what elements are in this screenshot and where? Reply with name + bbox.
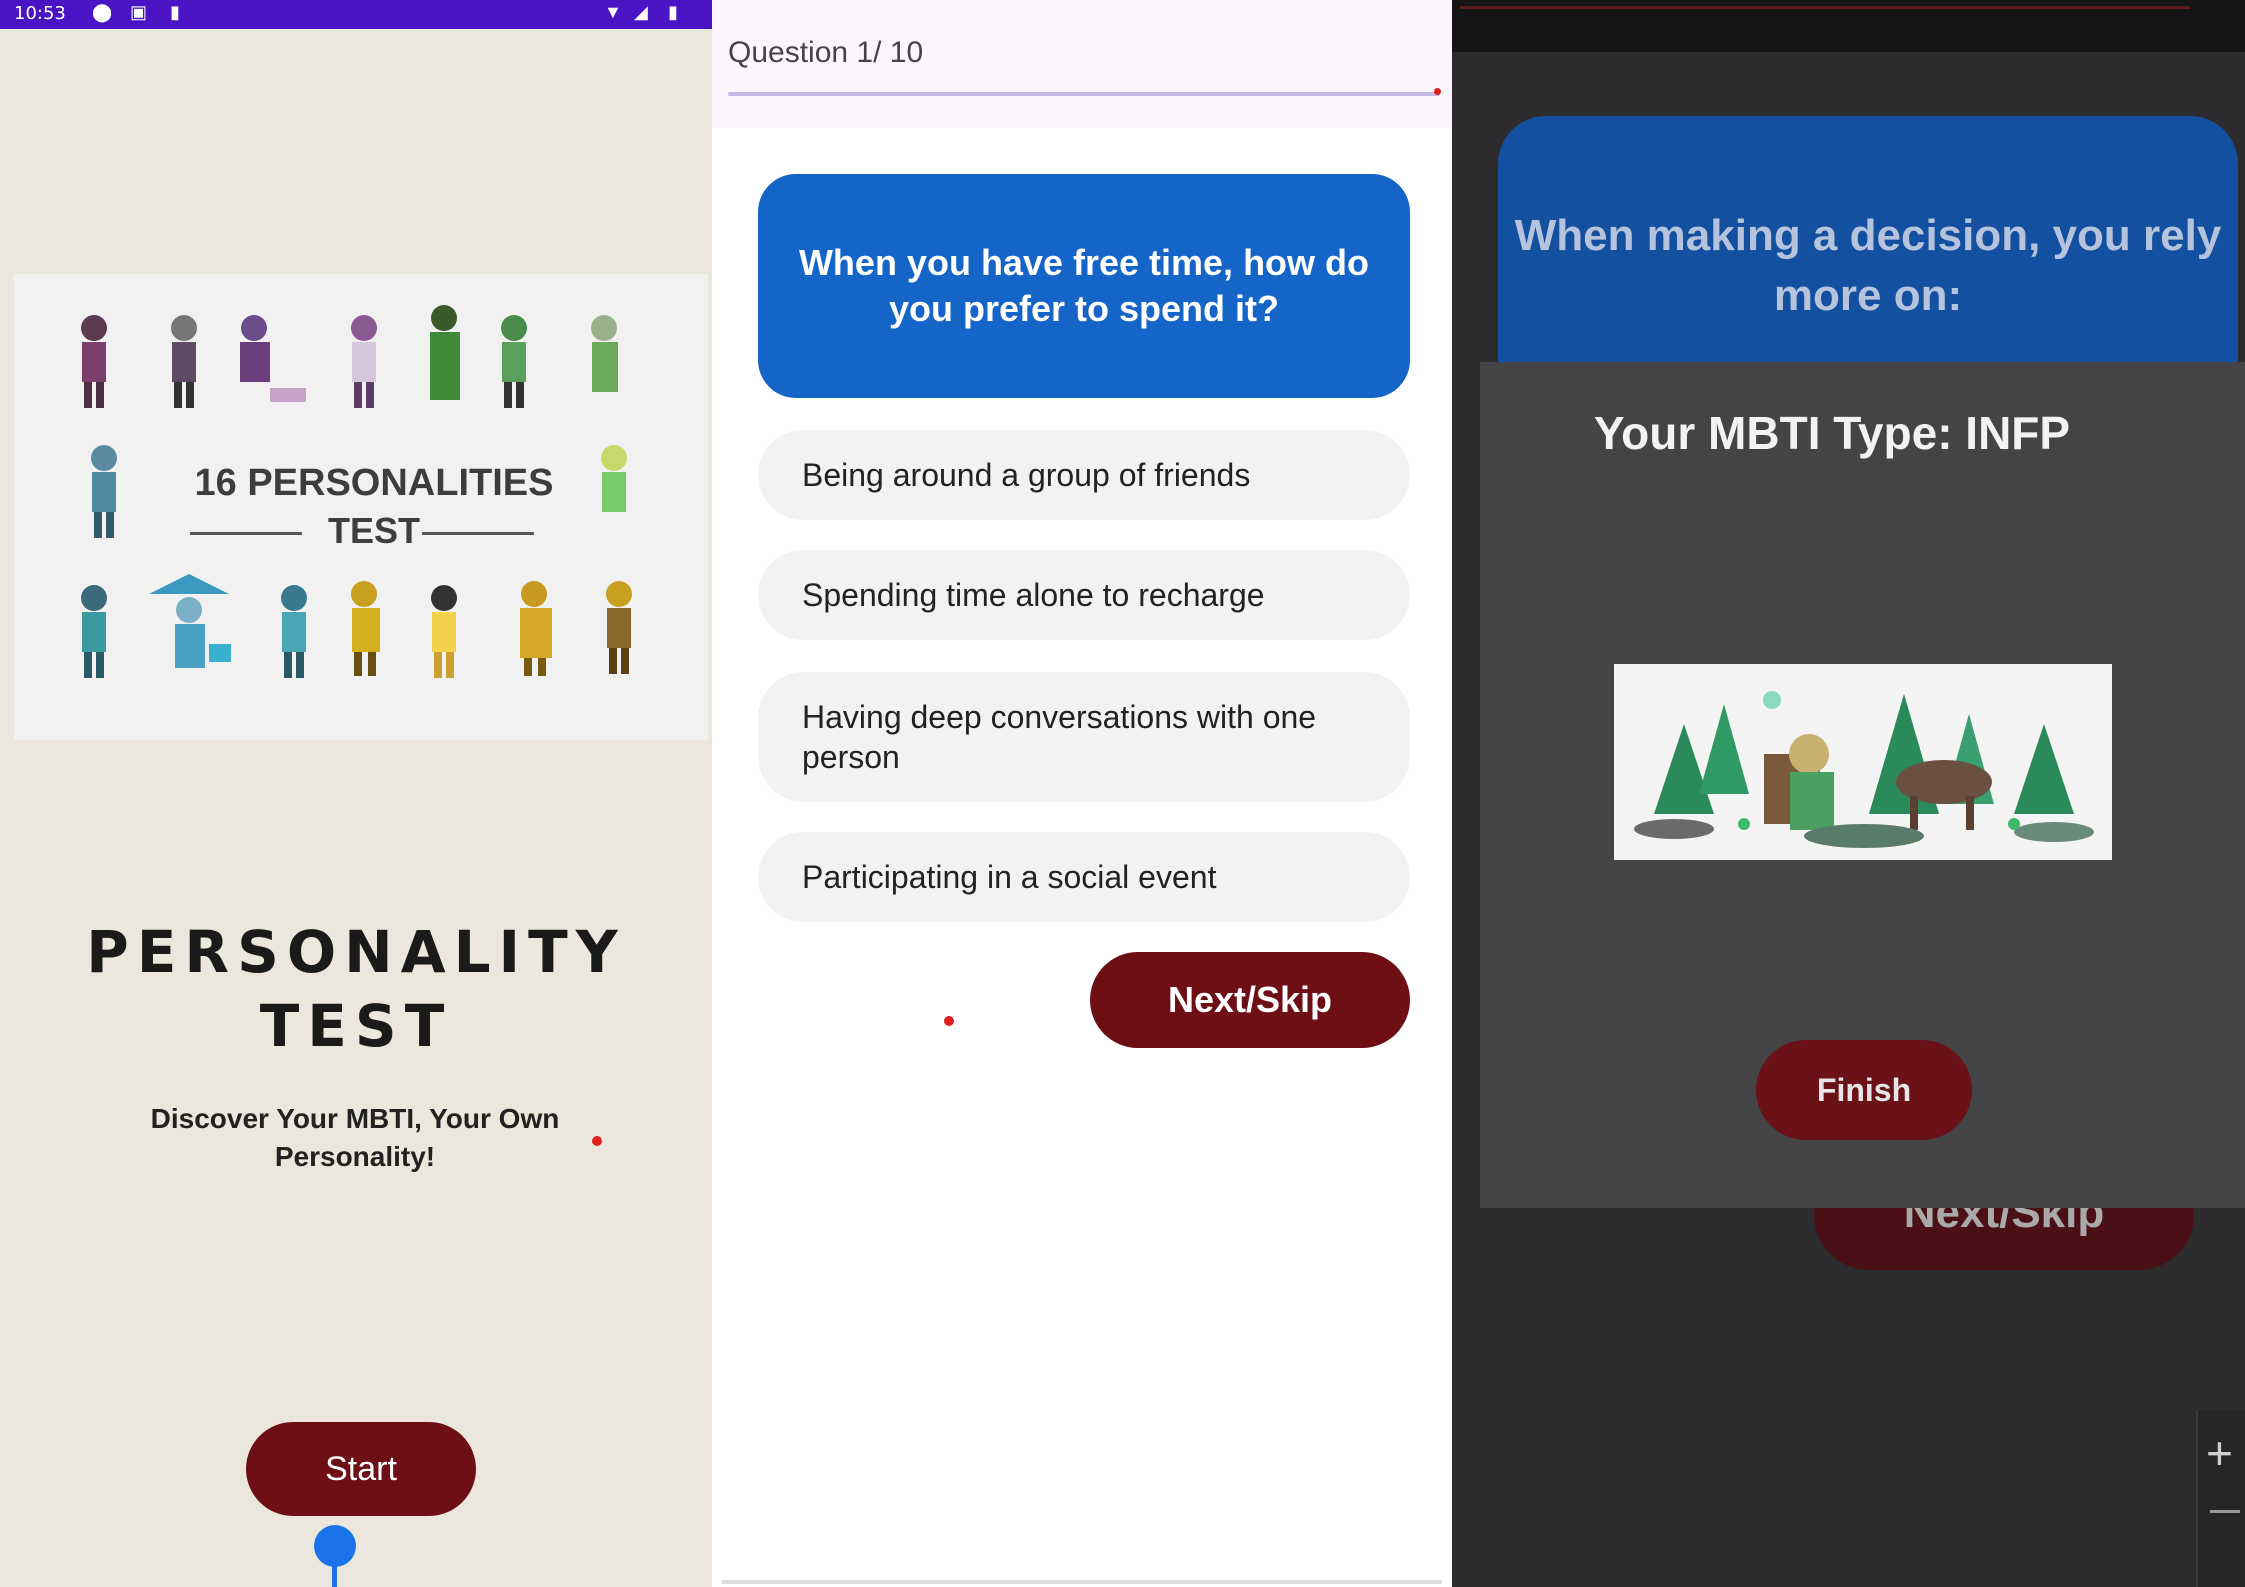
question-counter: Question 1/ 10 <box>728 36 924 69</box>
characters-illustration <box>81 305 632 678</box>
subtitle-line1: Discover Your MBTI, Your Own <box>150 1103 560 1134</box>
app-title-line2: TEST <box>259 992 453 1060</box>
sd-card-icon: ▮ <box>170 2 180 22</box>
option-button[interactable]: Having deep conversations with one perso… <box>758 672 1410 802</box>
question-card: When you have free time, how do you pref… <box>758 174 1410 398</box>
subtitle-line2: Personality! <box>274 1141 436 1172</box>
question-header: Question 1/ 10 <box>712 0 1452 128</box>
touch-pointer-stem <box>332 1560 337 1587</box>
option-button[interactable]: Participating in a social event <box>758 832 1410 922</box>
bottom-divider <box>722 1580 1442 1584</box>
welcome-screen: 10:53 ⬤ ▣ ▮ ▼ ◢ ▮ 16 PERSONALITIES TEST … <box>0 0 712 1587</box>
app-title-line1: PERSONALITY <box>86 918 626 986</box>
banner-subtitle: TEST <box>327 510 420 551</box>
option-button[interactable]: Being around a group of friends <box>758 430 1410 520</box>
battery-icon: ▮ <box>668 2 678 22</box>
touch-indicator <box>1434 88 1441 95</box>
wifi-icon: ▼ <box>604 2 622 22</box>
start-button[interactable]: Start <box>246 1422 476 1516</box>
infp-result-image <box>1614 664 2112 860</box>
option-button[interactable]: Spending time alone to recharge <box>758 550 1410 640</box>
location-icon: ⬤ <box>92 2 113 22</box>
progress-line <box>1460 6 2190 9</box>
status-time: 10:53 <box>14 3 66 24</box>
progress-bar <box>728 92 1440 96</box>
finish-button[interactable]: Finish <box>1756 1040 1972 1140</box>
signal-icon: ◢ <box>634 2 648 22</box>
background-question-text: When making a decision, you rely more on… <box>1514 211 2222 320</box>
zoom-out-icon[interactable] <box>2210 1510 2240 1513</box>
result-screen: When making a decision, you rely more on… <box>1452 0 2245 1587</box>
result-title: Your MBTI Type: INFP <box>1593 407 2071 459</box>
personalities-banner-image: 16 PERSONALITIES TEST <box>14 274 708 740</box>
question-screen: Question 1/ 10 When you have free time, … <box>712 0 1452 1587</box>
forest-illustration <box>1634 691 2094 848</box>
zoom-in-icon[interactable]: + <box>2206 1426 2233 1480</box>
data-icon: ▣ <box>130 2 148 22</box>
touch-indicator <box>592 1136 602 1146</box>
status-bar: 10:53 ⬤ ▣ ▮ ▼ ◢ ▮ <box>0 0 712 29</box>
touch-indicator <box>944 1016 954 1026</box>
banner-divider-right <box>422 532 534 535</box>
banner-title: 16 PERSONALITIES <box>194 462 554 504</box>
next-skip-button[interactable]: Next/Skip <box>1090 952 1410 1048</box>
